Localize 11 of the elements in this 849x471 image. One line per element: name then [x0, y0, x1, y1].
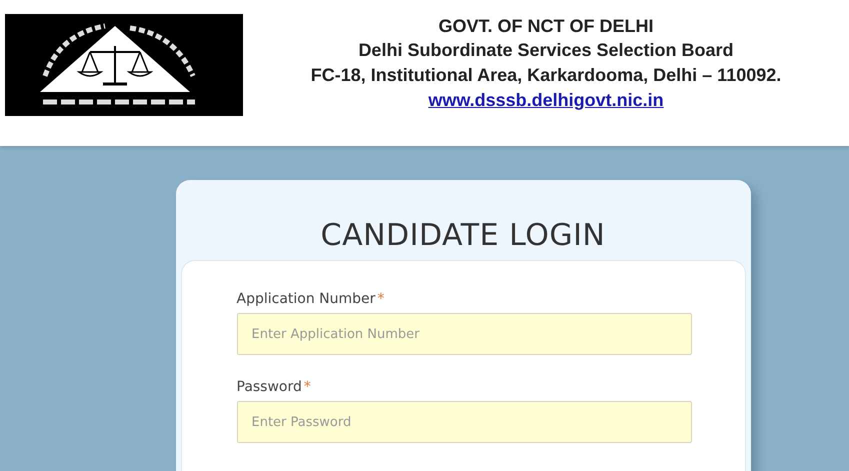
input-field[interactable]: Enter Application Number [236, 313, 692, 355]
input-field[interactable]: Enter Password [236, 401, 692, 443]
header-line: FC-18, Institutional Area, Karkardooma, Delhi – 110092. [310, 64, 782, 87]
required-mark: * [377, 291, 384, 307]
header-line: Delhi Subordinate Services Selection Board [358, 39, 734, 62]
header-line: GOVT. OF NCT OF DELHI [438, 15, 654, 38]
field-label: Application Number [236, 291, 376, 307]
field-label: Password [236, 379, 302, 395]
required-mark: * [304, 379, 311, 395]
website-link[interactable]: www.dsssb.delhigovt.nic.in [428, 88, 664, 112]
login-title: CANDIDATE LOGIN [320, 217, 606, 255]
